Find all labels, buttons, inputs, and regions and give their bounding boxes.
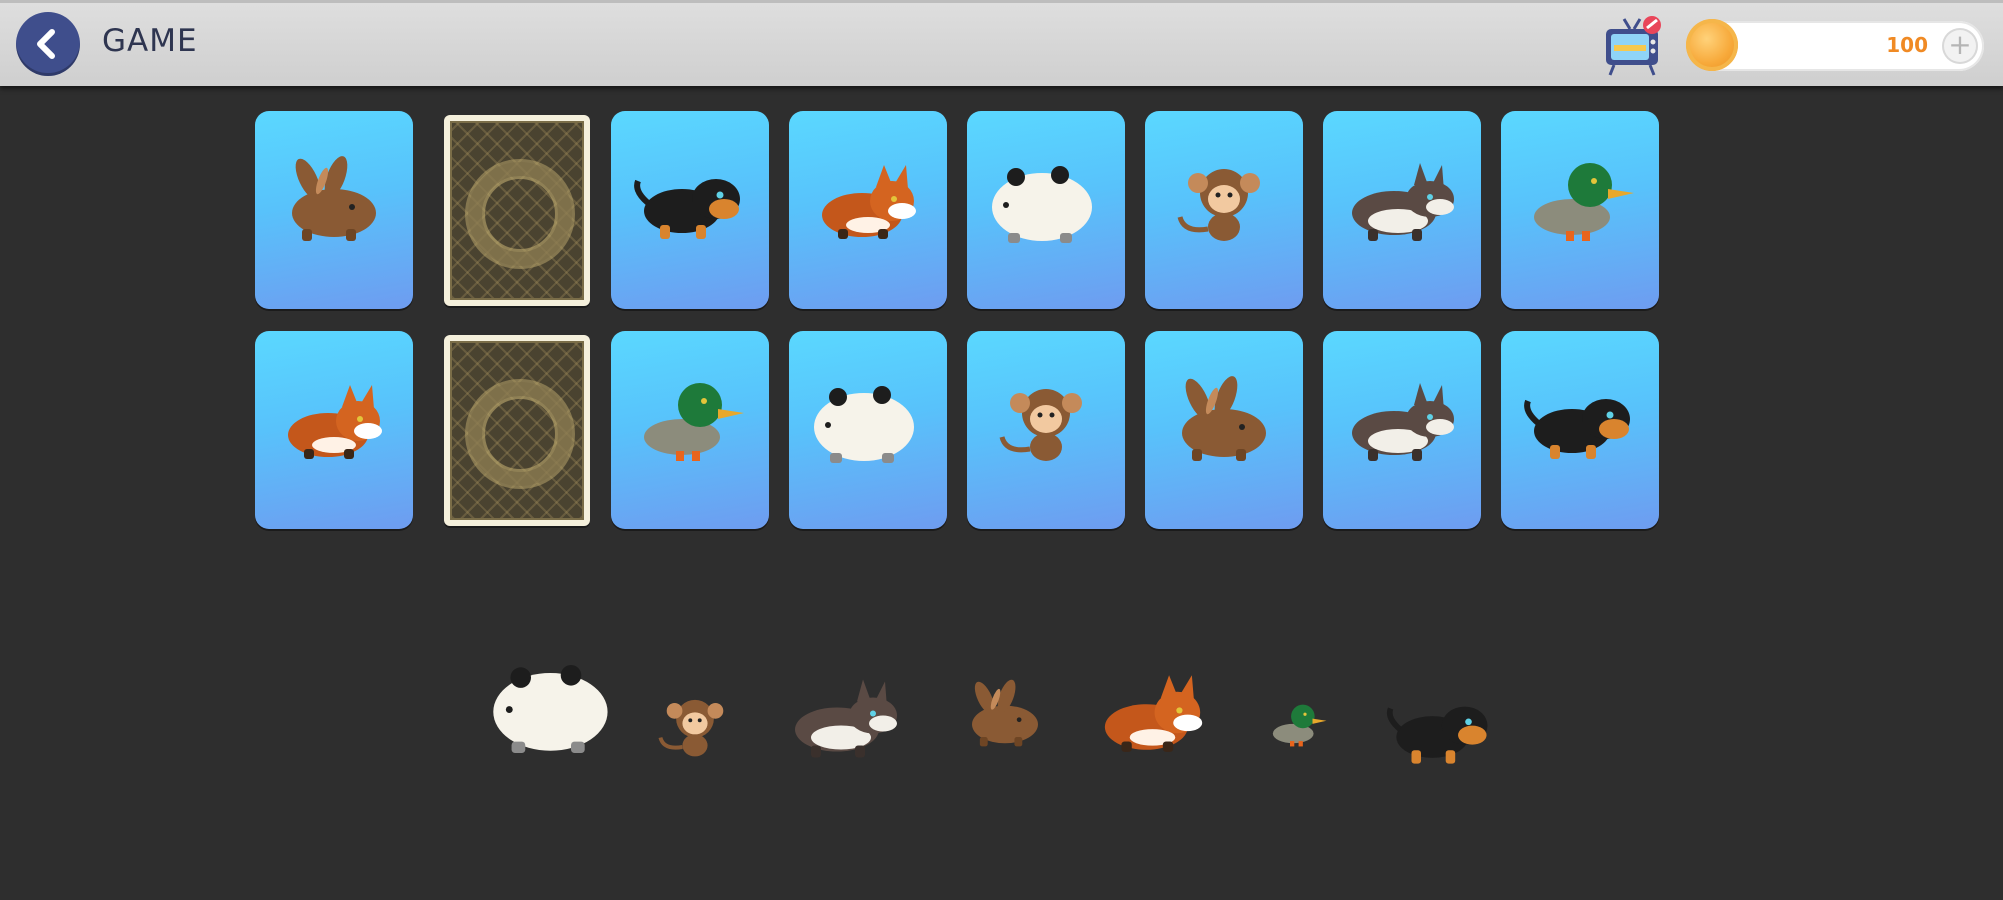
card-rabbit[interactable] [255,111,413,309]
coin-count: 100 [1886,33,1928,57]
card-monkey[interactable] [1145,111,1303,309]
card-panda[interactable] [789,331,947,529]
tv-icon [1606,16,1661,76]
card-dog[interactable] [1501,331,1659,529]
card-monkey[interactable] [967,331,1125,529]
add-coins-button[interactable]: + [1942,28,1978,64]
card-fox[interactable] [255,331,413,529]
card-face-down[interactable] [444,335,590,526]
watch-ad-button[interactable] [1602,15,1664,79]
card-rabbit[interactable] [1145,331,1303,529]
card-dog[interactable] [611,111,769,309]
top-bar: GAME 100 + [0,0,2003,86]
card-wolf[interactable] [1323,111,1481,309]
coin-balance: 100 + [1686,19,1984,71]
card-duck[interactable] [1501,111,1659,309]
card-back-pattern [450,121,584,300]
card-panda[interactable] [967,111,1125,309]
card-fox[interactable] [789,111,947,309]
chevron-left-icon [37,29,55,59]
card-wolf[interactable] [1323,331,1481,529]
card-duck[interactable] [611,331,769,529]
card-back-pattern [450,341,584,520]
page-title: GAME [102,23,198,59]
coin-icon [1686,19,1738,71]
card-face-down[interactable] [444,115,590,306]
back-button[interactable] [16,12,80,76]
